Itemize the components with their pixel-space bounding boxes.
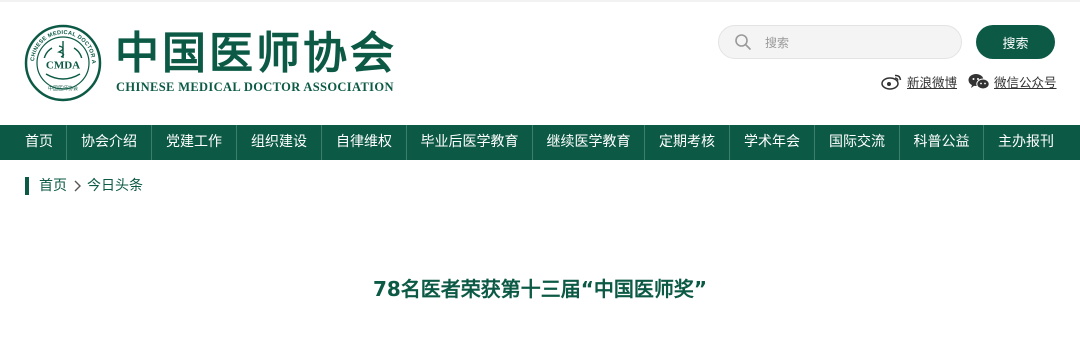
search-input[interactable] xyxy=(763,32,947,54)
article-title: 78名医者荣获第十三届“中国医师奖” xyxy=(372,277,708,301)
search-icon xyxy=(735,34,751,50)
breadcrumb-marker xyxy=(25,177,29,195)
main-nav: 首页 协会介绍 党建工作 组织建设 自律维权 毕业后医学教育 继续医学教育 定期… xyxy=(0,125,1080,160)
nav-item-science-popularization[interactable]: 科普公益 xyxy=(900,125,983,160)
nav-item-postgraduate-education[interactable]: 毕业后医学教育 xyxy=(407,125,532,160)
site-logo-english[interactable]: CHINESE MEDICAL DOCTOR ASSOCIATION xyxy=(116,80,394,95)
top-border xyxy=(0,0,1080,2)
chevron-right-icon xyxy=(74,180,81,192)
nav-item-periodic-assessment[interactable]: 定期考核 xyxy=(645,125,729,160)
badge-abbr: CMDA xyxy=(46,60,80,72)
site-logo-chinese[interactable]: 中国医师协会 xyxy=(115,28,397,80)
nav-item-publications[interactable]: 主办报刊 xyxy=(984,125,1068,160)
nav-item-international[interactable]: 国际交流 xyxy=(815,125,899,160)
nav-item-party-building[interactable]: 党建工作 xyxy=(152,125,236,160)
nav-item-home[interactable]: 首页 xyxy=(11,125,67,160)
nav-item-about[interactable]: 协会介绍 xyxy=(67,125,151,160)
nav-item-organization[interactable]: 组织建设 xyxy=(237,125,321,160)
weibo-icon xyxy=(881,74,902,90)
breadcrumb-home[interactable]: 首页 xyxy=(39,177,67,195)
wechat-link[interactable]: 微信公众号 xyxy=(994,72,1057,91)
nav-item-annual-conference[interactable]: 学术年会 xyxy=(730,125,814,160)
cmda-logo-badge[interactable]: CHINESE MEDICAL DOCTOR ASSOCIATION CMDA … xyxy=(22,20,102,102)
weibo-link[interactable]: 新浪微博 xyxy=(907,72,957,91)
search-box[interactable] xyxy=(718,25,962,59)
weibo-link-group[interactable]: 新浪微博 xyxy=(881,72,957,90)
nav-item-continuing-education[interactable]: 继续医学教育 xyxy=(533,125,644,160)
badge-bottom-text: 中国医师协会 xyxy=(48,85,78,92)
wechat-icon xyxy=(968,73,990,89)
breadcrumb-current: 今日头条 xyxy=(87,178,143,194)
nav-item-self-discipline[interactable]: 自律维权 xyxy=(322,125,406,160)
wechat-link-group[interactable]: 微信公众号 xyxy=(968,72,1057,90)
search-button[interactable]: 搜索 xyxy=(976,25,1055,59)
cmda-emblem-icon: CHINESE MEDICAL DOCTOR ASSOCIATION CMDA … xyxy=(22,20,102,102)
